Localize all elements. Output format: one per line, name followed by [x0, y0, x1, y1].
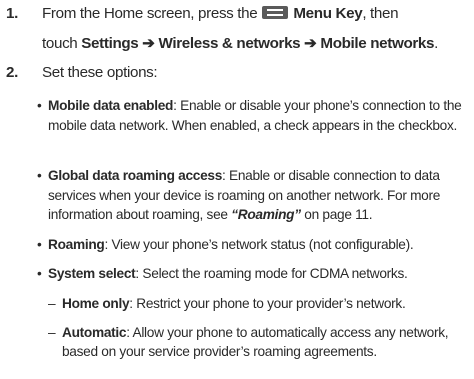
manual-page: 1. From the Home screen, press the Menu K…: [0, 0, 474, 379]
option-term: Mobile data enabled: [48, 98, 174, 113]
step-number: 1.: [6, 5, 18, 22]
bullet-icon: •: [37, 266, 42, 281]
bullet-icon: •: [37, 168, 42, 183]
bullet-icon: •: [37, 237, 42, 252]
option-global-data-roaming: • Global data roaming access: Enable or …: [37, 166, 472, 225]
settings-path: Settings ➔ Wireless & networks ➔ Mobile …: [81, 35, 435, 52]
bullet-icon: •: [37, 98, 42, 113]
option-term: Global data roaming access: [48, 168, 223, 183]
option-term: Roaming: [48, 237, 105, 252]
option-roaming: • Roaming: View your phone’s network sta…: [37, 235, 472, 255]
sub-option-term: Automatic: [62, 325, 127, 340]
sub-option-desc: : Restrict your phone to your provider’s…: [129, 296, 406, 311]
sub-option-automatic: – Automatic: Allow your phone to automat…: [48, 323, 472, 361]
step-2-text: Set these options:: [42, 64, 158, 81]
sub-option-home-only: – Home only: Restrict your phone to your…: [48, 294, 472, 313]
step-1-line-2: touch Settings ➔ Wireless & networks ➔ M…: [42, 34, 438, 52]
option-desc: : View your phone’s network status (not …: [104, 237, 414, 252]
step-1-line-1: From the Home screen, press the Menu Key,…: [42, 5, 399, 22]
option-system-select: • System select: Select the roaming mode…: [37, 264, 472, 284]
step-1-period: .: [434, 35, 439, 52]
step-1-text: From the Home screen, press the: [42, 5, 258, 22]
roaming-reference: “Roaming”: [231, 207, 301, 222]
menu-key-icon: [262, 6, 289, 19]
option-term: System select: [48, 266, 136, 281]
option-desc: : Select the roaming mode for CDMA netwo…: [135, 266, 408, 281]
step-1-touch: touch: [42, 35, 82, 52]
option-mobile-data-enabled: • Mobile data enabled: Enable or disable…: [37, 96, 472, 135]
sub-option-term: Home only: [62, 296, 130, 311]
step-1-text-end: , then: [362, 5, 399, 22]
menu-key-label: Menu Key: [293, 5, 363, 22]
step-number: 2.: [6, 64, 18, 81]
dash-icon: –: [48, 296, 56, 311]
option-desc-end: on page 11.: [300, 207, 373, 222]
dash-icon: –: [48, 325, 56, 340]
